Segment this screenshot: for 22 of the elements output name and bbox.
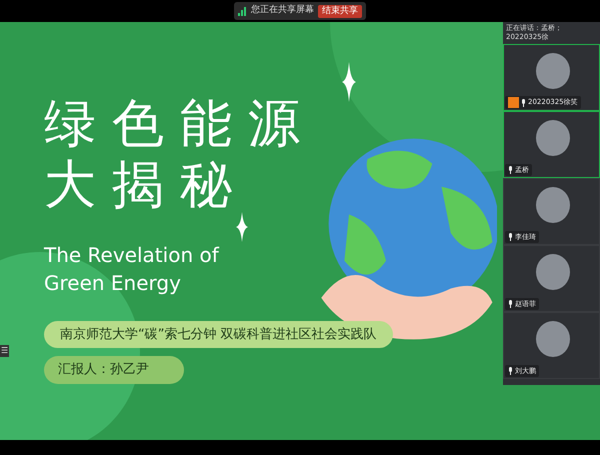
team-label: 南京师范大学“碳”索七分钟 双碳科普进社区社会实践队 bbox=[44, 320, 393, 348]
sidebar-toggle[interactable]: ☰ bbox=[0, 345, 10, 357]
avatar-placeholder bbox=[536, 120, 570, 156]
microphone-icon bbox=[508, 166, 513, 174]
presenter-label: 汇报人：孙乙尹 bbox=[44, 356, 184, 384]
avatar-placeholder bbox=[536, 321, 570, 357]
sparkle-icon bbox=[342, 62, 356, 102]
sparkle-icon bbox=[236, 212, 248, 242]
avatar-placeholder bbox=[536, 254, 570, 290]
slide-subtitle: Green Energy bbox=[44, 270, 182, 297]
microphone-icon bbox=[508, 300, 513, 308]
microphone-icon bbox=[508, 232, 513, 241]
microphone-icon bbox=[521, 98, 526, 106]
stop-sharing-button[interactable]: 结束共享 bbox=[318, 4, 362, 18]
avatar-placeholder bbox=[536, 53, 570, 89]
microphone-icon bbox=[508, 366, 513, 375]
slide-title: 绿色能源 bbox=[44, 94, 317, 156]
avatar-placeholder bbox=[536, 187, 570, 223]
sharing-status: 您正在共享屏幕 bbox=[251, 4, 314, 18]
slide-title: 大揭秘 bbox=[44, 155, 249, 217]
slide-subtitle: The Revelation of bbox=[44, 242, 220, 269]
signal-icon bbox=[238, 6, 247, 16]
